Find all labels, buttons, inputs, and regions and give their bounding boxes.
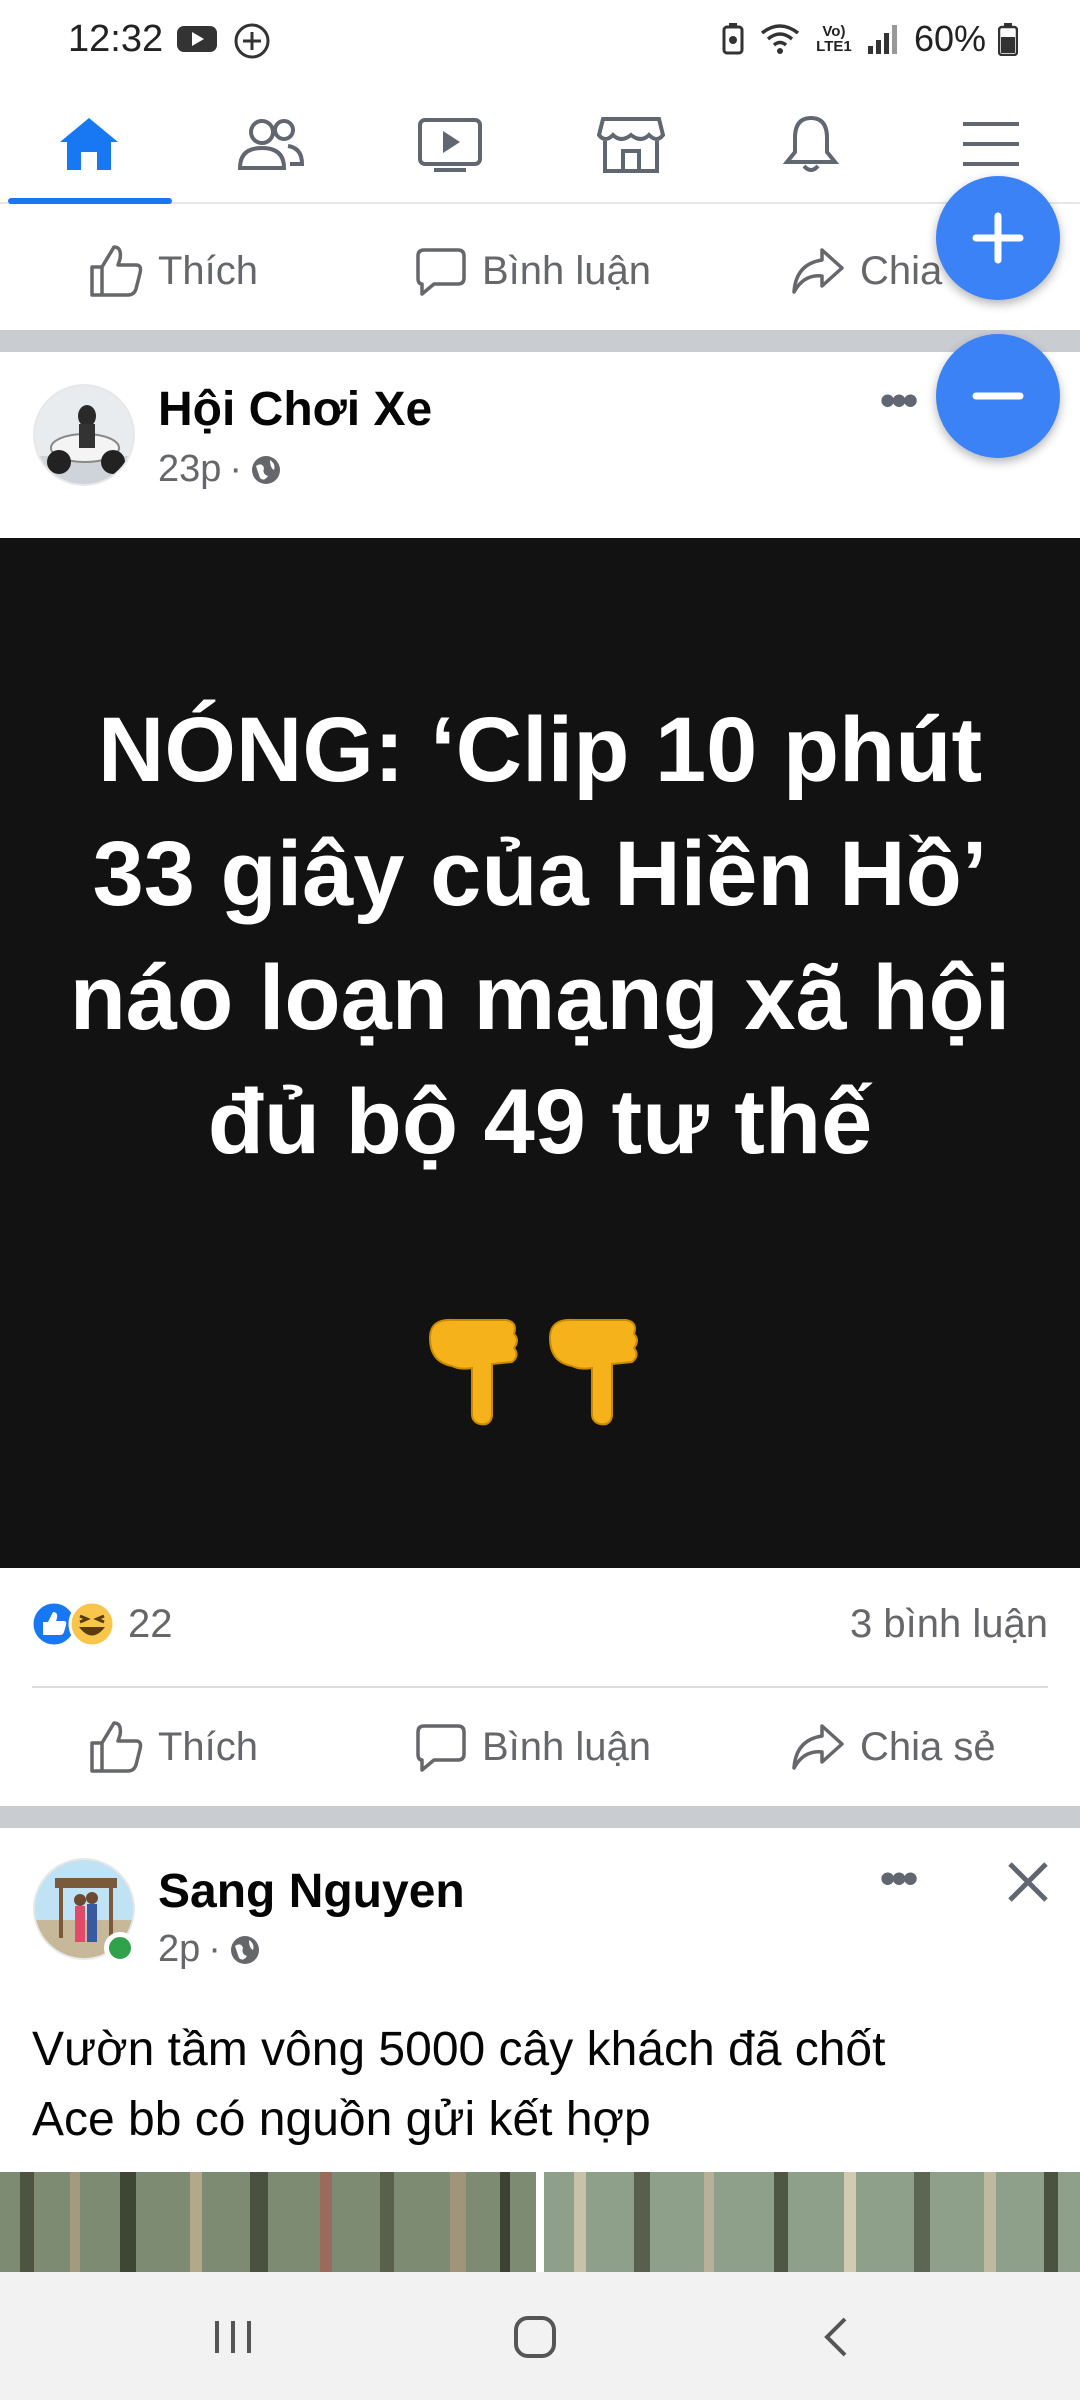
nav-active-indicator xyxy=(8,198,172,204)
status-time: 12:32 xyxy=(68,18,164,60)
like-button[interactable]: Thích xyxy=(88,212,258,330)
reaction-icons[interactable] xyxy=(30,1600,120,1650)
post-time[interactable]: 23p xyxy=(158,448,221,491)
nav-watch[interactable] xyxy=(405,104,495,184)
like-label: Thích xyxy=(158,1724,259,1769)
nav-notifications[interactable] xyxy=(766,104,856,184)
post-time[interactable]: 2p xyxy=(158,1928,200,1971)
more-options-icon[interactable]: ••• xyxy=(880,376,918,426)
like-icon xyxy=(90,1721,143,1773)
post-separator xyxy=(0,330,1080,352)
battery-saver-icon xyxy=(722,23,744,55)
home-button[interactable] xyxy=(500,2302,570,2372)
network-label: Vo) LTE1 xyxy=(816,23,852,55)
post-author[interactable]: Sang Nguyen xyxy=(158,1864,465,1919)
store-icon xyxy=(597,117,665,173)
post-text-line: Vườn tầm vông 5000 cây khách đã chốt xyxy=(32,2023,886,2076)
share-button[interactable]: Chia sẻ xyxy=(790,1688,996,1806)
home-icon xyxy=(60,118,118,170)
youtube-icon xyxy=(177,26,217,52)
like-button[interactable]: Thích xyxy=(88,1688,258,1806)
nav-home[interactable] xyxy=(44,104,134,184)
post-separator xyxy=(0,1806,1080,1828)
nav-marketplace[interactable] xyxy=(586,104,676,184)
video-icon xyxy=(418,118,482,172)
close-icon[interactable] xyxy=(1004,1858,1052,1906)
post-text-line: Ace bb có nguồn gửi kết hợp xyxy=(32,2093,651,2146)
menu-icon xyxy=(963,122,1019,166)
haha-reaction-icon xyxy=(68,1600,116,1648)
battery-percent: 60% xyxy=(913,18,986,59)
back-icon xyxy=(824,2317,847,2357)
share-icon xyxy=(792,248,844,294)
photo-grid xyxy=(0,2172,1080,2272)
bell-icon xyxy=(782,115,840,172)
comment-label: Bình luận xyxy=(482,1724,652,1769)
pointing-down-icon xyxy=(0,1308,1080,1433)
home-circle-icon xyxy=(514,2316,556,2358)
online-status-dot xyxy=(104,1932,136,1964)
post-image[interactable]: NÓNG: ‘Clip 10 phút 33 giây của Hiền Hồ’… xyxy=(0,538,1080,1568)
wifi-icon xyxy=(760,24,800,54)
battery-icon xyxy=(998,23,1018,56)
status-bar: 12:32 Vo) LTE1 60% xyxy=(0,0,1080,86)
post-header: Hội Chơi Xe 23p · ••• xyxy=(0,352,1080,538)
reaction-count[interactable]: 22 xyxy=(128,1602,173,1647)
globe-icon xyxy=(230,1935,259,1964)
back-button[interactable] xyxy=(802,2302,872,2372)
comment-button[interactable]: Bình luận xyxy=(414,212,651,330)
nav-friends[interactable] xyxy=(225,104,315,184)
more-options-icon[interactable]: ••• xyxy=(880,1854,918,1904)
minus-icon xyxy=(972,392,1024,400)
post-image-headline: NÓNG: ‘Clip 10 phút 33 giây của Hiền Hồ’… xyxy=(69,699,1011,1173)
bamboo-photo[interactable] xyxy=(0,2172,536,2272)
post-header: Sang Nguyen 2p · ••• xyxy=(0,1828,1080,2014)
post-meta: 2p · xyxy=(158,1928,261,1971)
recent-apps-icon xyxy=(215,2321,251,2353)
globe-icon xyxy=(252,455,281,484)
post-meta: 23p · xyxy=(158,448,282,491)
share-icon xyxy=(792,1724,844,1770)
nav-menu[interactable] xyxy=(946,104,1036,184)
share-label: Chia sẻ xyxy=(860,1724,996,1769)
comment-icon xyxy=(416,1724,466,1772)
prev-post-actions: Thích Bình luận Chia sẻ xyxy=(0,212,1080,330)
recent-apps-button[interactable] xyxy=(198,2302,268,2372)
post-author[interactable]: Hội Chơi Xe xyxy=(158,382,432,437)
friends-icon xyxy=(237,119,305,170)
motorbike-avatar-image xyxy=(35,386,133,484)
add-circle-icon xyxy=(234,23,270,59)
zoom-out-button[interactable] xyxy=(936,334,1060,458)
comment-button[interactable]: Bình luận xyxy=(414,1688,651,1806)
comment-count[interactable]: 3 bình luận xyxy=(850,1602,1048,1647)
like-label: Thích xyxy=(158,248,259,293)
system-nav-bar xyxy=(0,2272,1080,2400)
avatar[interactable] xyxy=(33,384,135,486)
like-icon xyxy=(90,245,143,297)
bamboo-photo[interactable] xyxy=(544,2172,1080,2272)
plus-icon xyxy=(972,212,1024,264)
signal-icon xyxy=(867,25,897,54)
post-actions: Thích Bình luận Chia sẻ xyxy=(0,1688,1080,1806)
zoom-in-button[interactable] xyxy=(936,176,1060,300)
top-nav xyxy=(0,86,1080,204)
post-text: Vườn tầm vông 5000 cây khách đã chốt Ace… xyxy=(32,2015,1052,2155)
comment-icon xyxy=(416,248,466,296)
reactions-summary: 22 3 bình luận xyxy=(0,1568,1080,1688)
comment-label: Bình luận xyxy=(482,248,652,293)
